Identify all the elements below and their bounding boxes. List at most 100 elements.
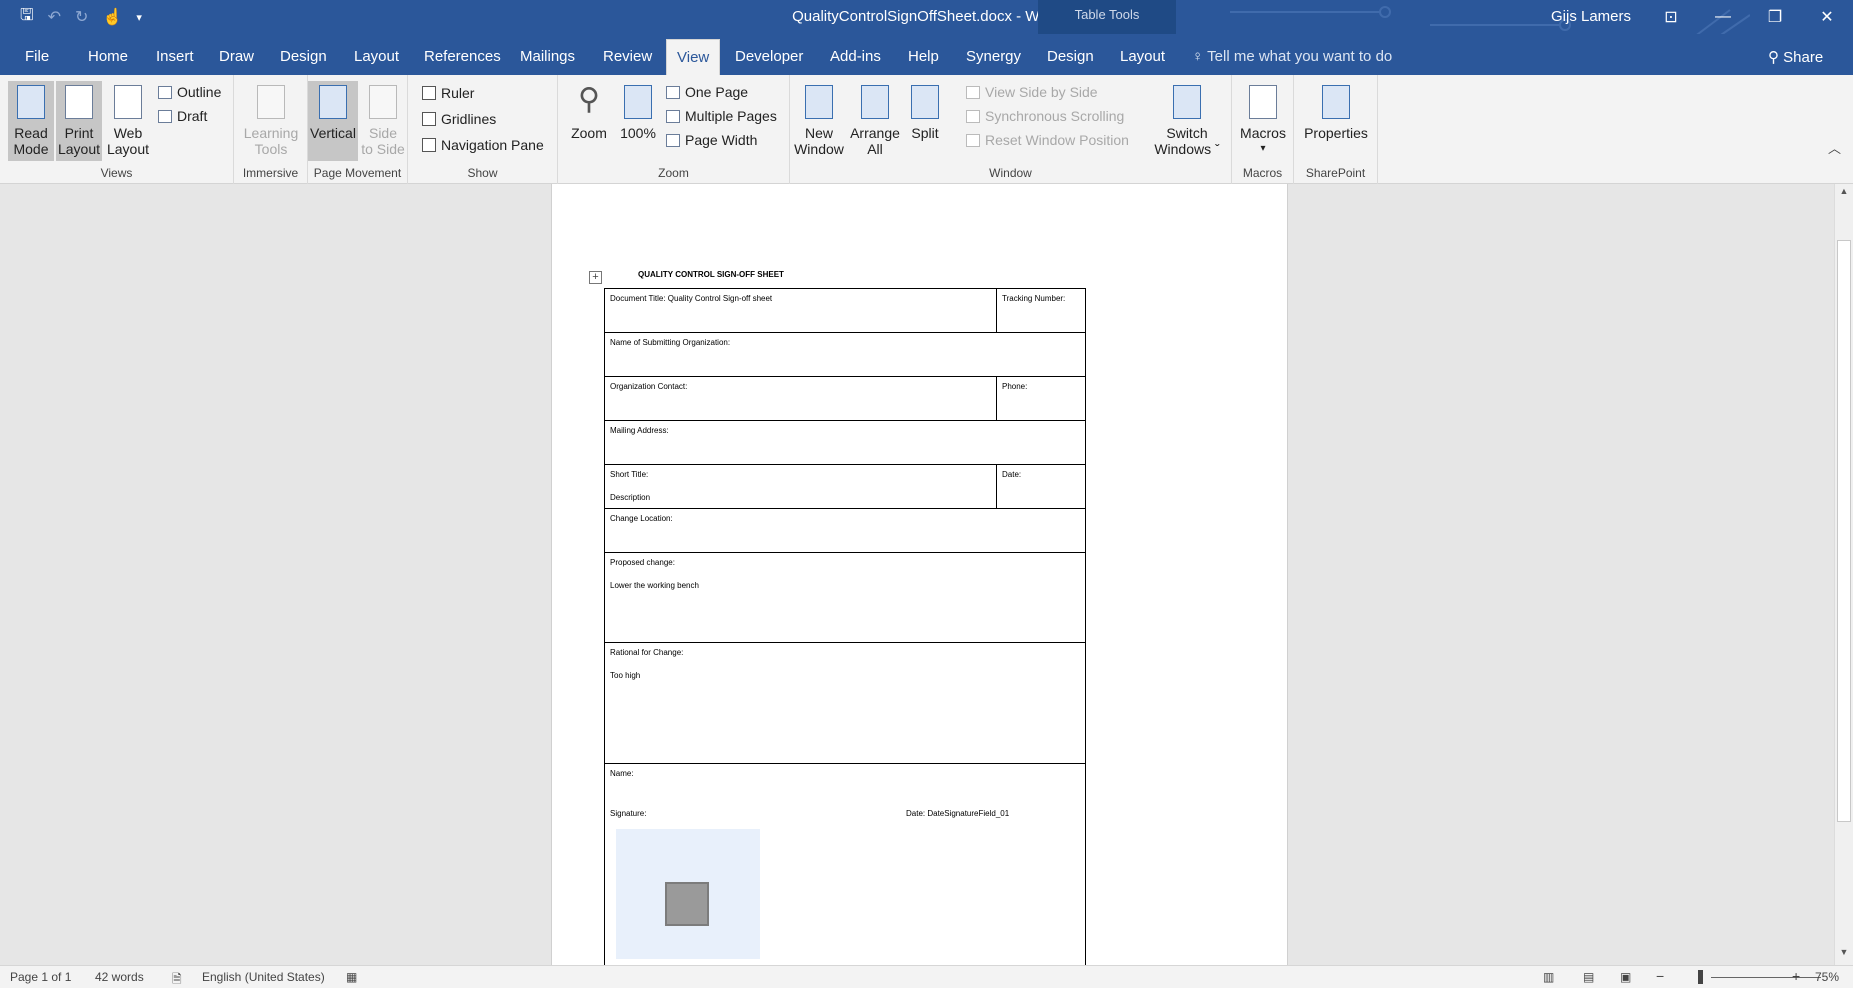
cell-phone[interactable]: Phone: xyxy=(996,376,1086,421)
ribbon-display-options-icon[interactable]: ⊡ xyxy=(1645,0,1697,34)
split-button[interactable]: Split xyxy=(904,81,946,141)
table-tools-header: Table Tools xyxy=(1038,0,1176,34)
page-count[interactable]: Page 1 of 1 xyxy=(10,970,71,984)
web-layout-button[interactable]: Web Layout xyxy=(106,81,150,157)
zoom-level[interactable]: 75% xyxy=(1815,970,1839,984)
tab-mailings[interactable]: Mailings xyxy=(520,48,575,65)
tab-view[interactable]: View xyxy=(666,39,721,75)
document-title-field: Document Title: Quality Control Sign-off… xyxy=(610,294,773,303)
tab-insert[interactable]: Insert xyxy=(156,48,194,65)
restore-icon[interactable]: ❐ xyxy=(1749,0,1801,34)
collapse-ribbon-icon[interactable]: ︿ xyxy=(1828,138,1841,157)
picture-placeholder[interactable] xyxy=(616,829,760,959)
proofing-icon[interactable]: 🗎 xyxy=(172,970,182,988)
zoom-slider-track[interactable] xyxy=(1711,977,1821,978)
cell-document-title[interactable]: Document Title: Quality Control Sign-off… xyxy=(604,288,997,333)
macros-dropdown-icon: ▾ xyxy=(1260,143,1266,154)
tab-home[interactable]: Home xyxy=(88,48,128,65)
web-layout-icon xyxy=(114,85,142,119)
vertical-button[interactable]: Vertical xyxy=(308,81,358,161)
cell-submitting-org[interactable]: Name of Submitting Organization: xyxy=(604,332,1086,377)
language-indicator[interactable]: English (United States) xyxy=(202,970,325,984)
tab-references[interactable]: References xyxy=(424,48,501,65)
web-layout-view-icon[interactable]: ▣ xyxy=(1620,970,1631,984)
tab-review[interactable]: Review xyxy=(603,48,652,65)
cell-date[interactable]: Date: xyxy=(996,464,1086,509)
scroll-down-icon[interactable]: ▼ xyxy=(1835,947,1853,963)
tab-draw[interactable]: Draw xyxy=(219,48,254,65)
share-button[interactable]: ⚲ Share xyxy=(1768,48,1823,66)
multiple-pages-button[interactable]: Multiple Pages xyxy=(666,108,777,124)
arrange-all-button[interactable]: Arrange All xyxy=(848,81,902,157)
split-icon xyxy=(911,85,939,119)
split-label: Split xyxy=(911,125,939,141)
macro-recording-icon[interactable]: ▦ xyxy=(346,970,357,984)
document-heading[interactable]: QUALITY CONTROL SIGN-OFF SHEET xyxy=(638,270,784,279)
tab-layout[interactable]: Layout xyxy=(354,48,399,65)
zoom-in-icon[interactable]: + xyxy=(1792,968,1800,984)
date-label: Date: xyxy=(1002,470,1022,479)
macros-button[interactable]: Macros ▾ xyxy=(1236,81,1290,157)
gridlines-check-icon xyxy=(422,112,436,126)
tab-file[interactable]: File xyxy=(25,48,49,65)
cell-change-location[interactable]: Change Location: xyxy=(604,508,1086,553)
cell-mailing-address[interactable]: Mailing Address: xyxy=(604,420,1086,465)
scroll-up-icon[interactable]: ▲ xyxy=(1835,186,1853,202)
outline-button[interactable]: Outline xyxy=(158,84,221,100)
gridlines-label: Gridlines xyxy=(441,111,497,127)
magnifier-icon: ⚲ xyxy=(578,83,600,116)
tab-design[interactable]: Design xyxy=(280,48,327,65)
table-move-handle-icon[interactable]: + xyxy=(589,271,602,284)
tab-help[interactable]: Help xyxy=(908,48,939,65)
cell-signature-block[interactable]: Name: Signature: Date: DateSignatureFiel… xyxy=(604,763,1086,965)
zoom-slider-thumb[interactable] xyxy=(1698,970,1703,984)
arrange-all-icon xyxy=(861,85,889,119)
side-to-side-button[interactable]: Side to Side xyxy=(360,81,406,157)
view-side-by-side-button[interactable]: View Side by Side xyxy=(966,84,1098,100)
navigation-pane-checkbox[interactable]: Navigation Pane xyxy=(422,137,544,153)
switch-windows-button[interactable]: Switch Windows ˇ xyxy=(1152,81,1222,157)
vertical-scrollbar[interactable]: ▲ ▼ xyxy=(1834,184,1853,965)
document-page[interactable]: + QUALITY CONTROL SIGN-OFF SHEET Documen… xyxy=(551,184,1288,965)
group-sharepoint: Properties SharePoint xyxy=(1294,75,1378,184)
properties-button[interactable]: Properties xyxy=(1298,81,1374,141)
reset-window-position-button[interactable]: Reset Window Position xyxy=(966,132,1129,148)
one-page-button[interactable]: One Page xyxy=(666,84,748,100)
word-count[interactable]: 42 words xyxy=(95,970,144,984)
close-icon[interactable]: ✕ xyxy=(1801,0,1853,34)
cell-rational[interactable]: Rational for Change: Too high xyxy=(604,642,1086,764)
read-mode-view-icon[interactable]: ▥ xyxy=(1543,970,1554,984)
read-mode-label-1: Read xyxy=(14,125,48,141)
short-title-label: Short Title: xyxy=(610,470,649,479)
tab-synergy[interactable]: Synergy xyxy=(966,48,1021,65)
switch-windows-label-1: Switch xyxy=(1166,125,1208,141)
tab-table-design[interactable]: Design xyxy=(1047,48,1094,65)
tab-developer[interactable]: Developer xyxy=(735,48,803,65)
tell-me-search[interactable]: ♀ Tell me what you want to do xyxy=(1192,48,1392,65)
learning-tools-icon xyxy=(257,85,285,119)
new-window-button[interactable]: New Window xyxy=(792,81,846,157)
zoom-button[interactable]: ⚲ Zoom xyxy=(566,81,612,142)
draft-icon xyxy=(158,109,172,123)
scrollbar-thumb[interactable] xyxy=(1837,240,1851,822)
cell-short-title[interactable]: Short Title: Description xyxy=(604,464,997,509)
read-mode-button[interactable]: Read Mode xyxy=(8,81,54,161)
minimize-icon[interactable]: — xyxy=(1697,0,1749,34)
zoom-out-icon[interactable]: − xyxy=(1656,968,1664,984)
cell-proposed-change[interactable]: Proposed change: Lower the working bench xyxy=(604,552,1086,643)
zoom-100-button[interactable]: 100% xyxy=(616,81,660,141)
synchronous-scrolling-button[interactable]: Synchronous Scrolling xyxy=(966,108,1124,124)
ruler-checkbox[interactable]: Ruler xyxy=(422,85,474,101)
user-name[interactable]: Gijs Lamers xyxy=(1551,8,1631,25)
learning-tools-button[interactable]: Learning Tools xyxy=(238,81,304,157)
tab-table-layout[interactable]: Layout xyxy=(1120,48,1165,65)
gridlines-checkbox[interactable]: Gridlines xyxy=(422,111,496,127)
tab-add-ins[interactable]: Add-ins xyxy=(830,48,881,65)
page-width-button[interactable]: Page Width xyxy=(666,132,757,148)
draft-label: Draft xyxy=(177,108,208,124)
cell-tracking-number[interactable]: Tracking Number: xyxy=(996,288,1086,333)
print-layout-view-icon[interactable]: ▤ xyxy=(1583,970,1594,984)
cell-org-contact[interactable]: Organization Contact: xyxy=(604,376,997,421)
print-layout-button[interactable]: Print Layout xyxy=(56,81,102,161)
draft-button[interactable]: Draft xyxy=(158,108,207,124)
